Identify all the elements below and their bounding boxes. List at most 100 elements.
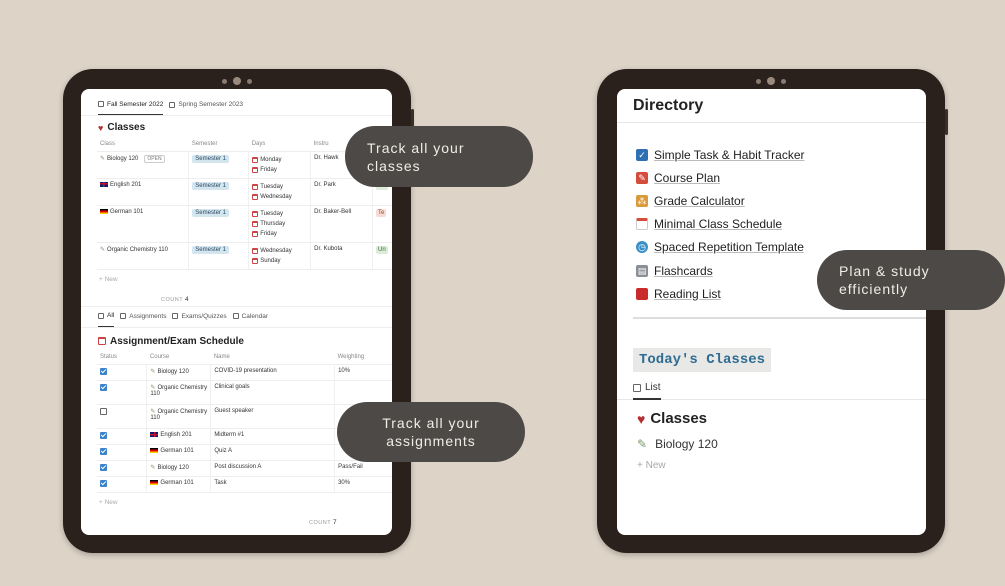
divider <box>633 317 926 320</box>
checkbox[interactable] <box>100 480 107 487</box>
calendar-icon <box>252 156 259 163</box>
checkbox[interactable] <box>100 384 107 391</box>
calendar-spiral-icon: ◷ <box>636 241 648 254</box>
assignment-name: Midterm #1 <box>210 428 336 445</box>
heart-icon: ♥ <box>637 410 646 427</box>
calendar-icon <box>252 210 259 217</box>
list-icon <box>633 383 641 392</box>
calendar-icon <box>252 230 259 237</box>
right-tablet: Directory ✓ Simple Task & Habit Tracker ✎… <box>597 69 948 553</box>
table-icon <box>98 101 104 107</box>
assignments-count: COUNT 7 <box>309 519 338 526</box>
checkbox[interactable] <box>100 448 107 455</box>
column-header[interactable]: Weighting <box>334 350 392 365</box>
german-flag-icon <box>100 208 108 214</box>
pencil-icon: ✎ <box>150 369 156 375</box>
pencil-icon: ✎ <box>637 437 648 452</box>
calendar-icon <box>252 193 259 200</box>
callout-plan-study: Plan & study efficiently <box>817 250 1005 310</box>
new-assignment-button[interactable]: + New <box>81 493 392 511</box>
assignment-name: Task <box>210 476 336 493</box>
new-class-button[interactable]: + New <box>81 270 392 288</box>
tab-list[interactable]: List <box>633 382 661 401</box>
weighting-cell: Pass/Fail <box>334 460 392 477</box>
weighting-cell: 10% <box>334 364 392 381</box>
tab-spring-semester[interactable]: Spring Semester 2023 <box>169 99 243 115</box>
tab-assignments[interactable]: Assignments <box>120 311 166 327</box>
classes-heading: ♥ Classes <box>637 410 708 428</box>
tab-all[interactable]: All <box>98 311 115 327</box>
pencil-icon: ✎ <box>100 246 106 253</box>
uk-flag-icon <box>150 432 159 437</box>
table-row[interactable]: ✎ Organic Chemistry 110 Clinical goals <box>97 380 392 405</box>
classes-heading: ♥ Classes <box>98 122 146 133</box>
directory-link[interactable]: ✎ Course Plan <box>636 166 926 189</box>
assignment-name: Clinical goals <box>210 380 336 405</box>
column-header[interactable]: Days <box>248 137 311 152</box>
pencil-icon: ✎ <box>100 155 106 162</box>
assignment-name: Quiz A <box>210 444 336 461</box>
side-button <box>945 109 948 135</box>
page-title: Directory <box>617 89 926 123</box>
new-button[interactable]: + New <box>617 451 926 471</box>
calendar-icon <box>98 337 106 345</box>
calendar-edit-icon: ✎ <box>636 171 648 184</box>
checkbox[interactable] <box>100 408 107 415</box>
assignment-name: COVID-19 presentation <box>210 364 336 381</box>
calendar-icon <box>252 247 259 254</box>
view-tabs: All Assignments Exams/Quizzes Calendar <box>81 305 392 328</box>
german-flag-icon <box>150 448 159 453</box>
table-icon <box>172 313 179 319</box>
calendar-icon <box>252 220 259 227</box>
column-header[interactable]: Name <box>210 350 335 365</box>
classes-count: COUNT 4 <box>161 295 190 303</box>
calendar-icon <box>252 257 259 264</box>
tab-fall-semester[interactable]: Fall Semester 2022 <box>98 99 164 115</box>
checkbox[interactable] <box>100 432 107 439</box>
open-button[interactable]: OPEN <box>144 154 165 163</box>
directory-link[interactable]: ✓ Simple Task & Habit Tracker <box>636 143 926 166</box>
assignments-heading: Assignment/Exam Schedule <box>81 328 392 351</box>
book-icon <box>636 287 648 300</box>
table-icon <box>98 312 104 319</box>
column-header[interactable]: Status <box>97 350 147 365</box>
calendar-icon <box>252 183 259 190</box>
checkbox-icon: ✓ <box>636 148 648 161</box>
column-header[interactable]: Semester <box>188 137 249 152</box>
list-item[interactable]: ✎ Biology 120 <box>617 427 926 451</box>
callout-track-classes: Track all your classes <box>345 126 533 187</box>
table-row[interactable]: ✎ Biology 120 COVID-19 presentation 10% <box>97 364 392 381</box>
checkbox[interactable] <box>100 464 107 471</box>
column-header[interactable]: Class <box>97 137 189 152</box>
table-row[interactable]: ✎ Biology 120 Post discussion A Pass/Fail <box>97 460 392 477</box>
table-row[interactable]: English 201 Semester 1 Tuesday Wednesday … <box>97 178 392 206</box>
tab-exams-quizzes[interactable]: Exams/Quizzes <box>172 311 227 327</box>
semester-tag: Semester 1 <box>192 245 229 254</box>
table-row[interactable]: German 101 Semester 1 Tuesday Thursday Fri… <box>97 205 392 243</box>
right-screen: Directory ✓ Simple Task & Habit Tracker ✎… <box>617 89 926 535</box>
assignment-name: Guest speaker <box>210 404 336 429</box>
callout-track-assignments: Track all your assignments <box>337 402 525 462</box>
status-tag: Te <box>375 208 387 217</box>
instructor-cell: Dr. Kubota <box>310 242 373 270</box>
directory-link[interactable]: Minimal Class Schedule <box>636 213 926 236</box>
column-header[interactable]: Course <box>146 350 211 365</box>
directory-link[interactable]: ⁂ Grade Calculator <box>636 189 926 212</box>
calendar-icon <box>636 218 648 231</box>
checkbox[interactable] <box>100 368 107 375</box>
table-row[interactable]: German 101 Task 30% <box>97 476 392 493</box>
abacus-icon: ⁂ <box>636 194 648 207</box>
semester-tag: Semester 1 <box>192 208 229 217</box>
calendar-icon <box>232 313 239 319</box>
german-flag-icon <box>150 480 159 485</box>
pencil-icon: ✎ <box>150 465 156 471</box>
tab-calendar[interactable]: Calendar <box>232 311 268 327</box>
calendar-icon <box>252 166 259 173</box>
instructor-cell: Dr. Baker-Bell <box>310 205 373 243</box>
table-icon <box>169 101 176 108</box>
card-box-icon: ▤ <box>636 264 648 277</box>
camera <box>222 77 252 85</box>
table-row[interactable]: ✎ Organic Chemistry 110 Semester 1 Wednes… <box>97 242 392 270</box>
semester-tag: Semester 1 <box>192 181 229 190</box>
todays-classes-heading: Today's Classes <box>633 348 772 373</box>
